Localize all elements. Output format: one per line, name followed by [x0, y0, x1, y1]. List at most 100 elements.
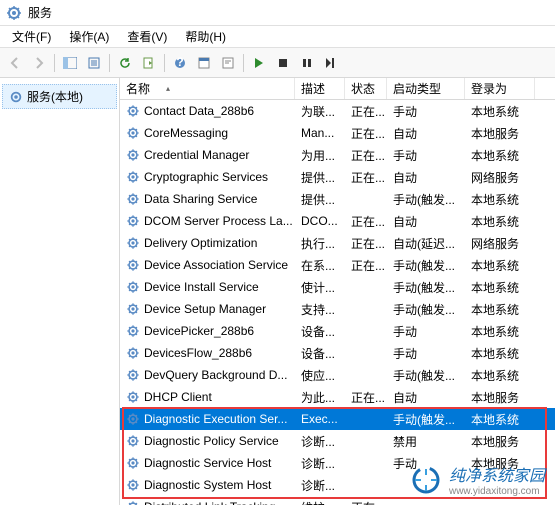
menu-file[interactable]: 文件(F) [4, 26, 59, 47]
service-row[interactable]: Delivery Optimization执行...正在...自动(延迟...网… [120, 232, 555, 254]
cell-start-type: 手动 [387, 147, 465, 164]
service-row[interactable]: Diagnostic Service Host诊断...手动本地服务 [120, 452, 555, 474]
service-row[interactable]: DevicesFlow_288b6设备...手动本地系统 [120, 342, 555, 364]
forward-button[interactable] [28, 52, 50, 74]
service-row[interactable]: Diagnostic System Host诊断... [120, 474, 555, 496]
gear-icon [126, 324, 140, 338]
sort-asc-icon: ▴ [166, 84, 170, 93]
pause-service-button[interactable] [296, 52, 318, 74]
service-name: Diagnostic System Host [144, 478, 271, 492]
cell-name: Device Install Service [120, 280, 295, 294]
menu-help[interactable]: 帮助(H) [177, 26, 234, 47]
service-name: DCOM Server Process La... [144, 214, 293, 228]
cell-logon-as: 本地服务 [465, 389, 535, 406]
tree-node-services-local[interactable]: 服务(本地) [2, 84, 117, 109]
cell-name: Distributed Link Tracking... [120, 500, 295, 505]
export-button[interactable] [83, 52, 105, 74]
gear-icon [126, 280, 140, 294]
cell-name: Contact Data_288b6 [120, 104, 295, 118]
cell-start-type: 手动 [387, 323, 465, 340]
cell-start-type: 自动 [387, 213, 465, 230]
service-row[interactable]: Data Sharing Service提供...手动(触发...本地系统 [120, 188, 555, 210]
column-header-status[interactable]: 状态 [345, 78, 387, 99]
service-row[interactable]: Contact Data_288b6为联...正在...手动本地系统 [120, 100, 555, 122]
service-row[interactable]: DCOM Server Process La...DCO...正在...自动本地… [120, 210, 555, 232]
service-row[interactable]: Device Association Service在系...正在...手动(触… [120, 254, 555, 276]
service-name: Cryptographic Services [144, 170, 268, 184]
cell-description: Exec... [295, 412, 345, 426]
cell-name: DevicesFlow_288b6 [120, 346, 295, 360]
cell-status: 正在... [345, 147, 387, 164]
cell-description: 使应... [295, 367, 345, 384]
cell-name: Diagnostic Execution Ser... [120, 412, 295, 426]
menu-action[interactable]: 操作(A) [61, 26, 117, 47]
service-row[interactable]: Device Install Service使计...手动(触发...本地系统 [120, 276, 555, 298]
service-name: Device Install Service [144, 280, 259, 294]
gear-icon [126, 368, 140, 382]
service-row[interactable]: Distributed Link Tracking...维护...正在... [120, 496, 555, 505]
service-name: Diagnostic Policy Service [144, 434, 279, 448]
gear-icon [126, 214, 140, 228]
toolbar-separator [243, 54, 244, 72]
cell-description: 诊断... [295, 455, 345, 472]
cell-name: Device Association Service [120, 258, 295, 272]
cell-logon-as: 本地系统 [465, 411, 535, 428]
cell-description: 为联... [295, 103, 345, 120]
service-row[interactable]: Diagnostic Execution Ser...Exec...手动(触发.… [120, 408, 555, 430]
cell-status: 正在... [345, 213, 387, 230]
list-body: Contact Data_288b6为联...正在...手动本地系统CoreMe… [120, 100, 555, 505]
list-pane: 名称▴ 描述 状态 启动类型 登录为 Contact Data_288b6为联.… [120, 78, 555, 505]
service-row[interactable]: Cryptographic Services提供...正在...自动网络服务 [120, 166, 555, 188]
start-service-button[interactable] [248, 52, 270, 74]
service-row[interactable]: DevicePicker_288b6设备...手动本地系统 [120, 320, 555, 342]
cell-description: 维护... [295, 499, 345, 505]
service-row[interactable]: CoreMessagingMan...正在...自动本地服务 [120, 122, 555, 144]
gear-icon [126, 170, 140, 184]
column-header-description[interactable]: 描述 [295, 78, 345, 99]
cell-description: 提供... [295, 169, 345, 186]
cell-description: 在系... [295, 257, 345, 274]
cell-logon-as: 本地系统 [465, 301, 535, 318]
back-button[interactable] [4, 52, 26, 74]
cell-name: Credential Manager [120, 148, 295, 162]
gear-icon [126, 302, 140, 316]
list-header: 名称▴ 描述 状态 启动类型 登录为 [120, 78, 555, 100]
column-header-name[interactable]: 名称▴ [120, 78, 295, 99]
gear-icon [126, 412, 140, 426]
service-row[interactable]: Credential Manager为用...正在...手动本地系统 [120, 144, 555, 166]
cell-start-type: 自动 [387, 125, 465, 142]
cell-status: 正在... [345, 103, 387, 120]
column-header-logon-as[interactable]: 登录为 [465, 78, 535, 99]
service-row[interactable]: DHCP Client为此...正在...自动本地服务 [120, 386, 555, 408]
properties-button[interactable] [193, 52, 215, 74]
export-list-button[interactable] [138, 52, 160, 74]
help-button[interactable]: ? [169, 52, 191, 74]
menu-view[interactable]: 查看(V) [119, 26, 175, 47]
restart-service-button[interactable] [320, 52, 342, 74]
cell-name: DHCP Client [120, 390, 295, 404]
service-name: Data Sharing Service [144, 192, 257, 206]
tree-node-label: 服务(本地) [27, 88, 83, 105]
action-button[interactable] [217, 52, 239, 74]
cell-status: 正在... [345, 169, 387, 186]
gear-icon [126, 434, 140, 448]
service-row[interactable]: DevQuery Background D...使应...手动(触发...本地系… [120, 364, 555, 386]
cell-logon-as: 本地系统 [465, 257, 535, 274]
cell-description: 设备... [295, 345, 345, 362]
gear-icon [126, 456, 140, 470]
show-hide-tree-button[interactable] [59, 52, 81, 74]
service-row[interactable]: Device Setup Manager支持...手动(触发...本地系统 [120, 298, 555, 320]
refresh-button[interactable] [114, 52, 136, 74]
cell-logon-as: 本地系统 [465, 213, 535, 230]
svg-text:?: ? [176, 57, 183, 69]
cell-logon-as: 本地服务 [465, 455, 535, 472]
column-header-start-type[interactable]: 启动类型 [387, 78, 465, 99]
cell-description: 为用... [295, 147, 345, 164]
stop-service-button[interactable] [272, 52, 294, 74]
cell-name: Diagnostic System Host [120, 478, 295, 492]
cell-status: 正在... [345, 389, 387, 406]
toolbar-separator [164, 54, 165, 72]
service-row[interactable]: Diagnostic Policy Service诊断...禁用本地服务 [120, 430, 555, 452]
cell-start-type: 手动 [387, 103, 465, 120]
cell-start-type: 禁用 [387, 433, 465, 450]
